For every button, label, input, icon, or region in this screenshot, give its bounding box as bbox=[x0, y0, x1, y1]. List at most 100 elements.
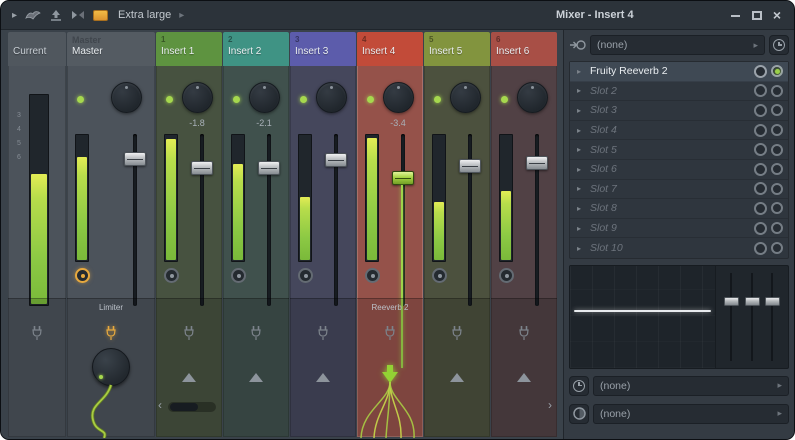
slot-menu-icon[interactable]: ▸ bbox=[577, 224, 586, 233]
fader-handle[interactable] bbox=[124, 152, 146, 166]
slot-plugin-name[interactable]: Fruity Reeverb 2 bbox=[590, 65, 750, 77]
route-to-master-arrow-icon[interactable] bbox=[316, 373, 330, 382]
mixer-menu-icon[interactable]: ▸ bbox=[12, 10, 17, 21]
fx-slot-row-6[interactable]: ▸ Slot 6 bbox=[570, 160, 788, 180]
slot-plugin-name[interactable]: Slot 9 bbox=[590, 222, 750, 234]
pan-knob[interactable] bbox=[111, 82, 142, 113]
detach-icon[interactable] bbox=[49, 9, 63, 21]
fx-slot-row-3[interactable]: ▸ Slot 3 bbox=[570, 101, 788, 121]
input-jack-icon[interactable] bbox=[250, 325, 263, 347]
slot-enable-led[interactable] bbox=[771, 85, 783, 97]
color-swatch-icon[interactable] bbox=[93, 10, 108, 21]
slot-mix-knob[interactable] bbox=[754, 222, 767, 235]
fader-handle[interactable] bbox=[459, 159, 481, 173]
view-mode-label[interactable]: Extra large bbox=[118, 9, 171, 21]
input-jack-icon[interactable] bbox=[518, 325, 531, 347]
record-arm-button[interactable] bbox=[75, 268, 90, 283]
track-header[interactable]: 5 Insert 5 bbox=[424, 32, 490, 66]
slot-menu-icon[interactable]: ▸ bbox=[577, 106, 586, 115]
slot-mix-knob[interactable] bbox=[754, 242, 767, 255]
track-header[interactable]: Current bbox=[8, 32, 66, 66]
slot-plugin-name[interactable]: Slot 3 bbox=[590, 104, 750, 116]
slot-mix-knob[interactable] bbox=[754, 65, 767, 78]
fx-slot-row-4[interactable]: ▸ Slot 4 bbox=[570, 121, 788, 141]
minimize-button[interactable] bbox=[730, 10, 741, 21]
volume-fader[interactable] bbox=[188, 134, 216, 306]
route-to-master-arrow-icon[interactable] bbox=[517, 373, 531, 382]
fader-handle[interactable] bbox=[191, 161, 213, 175]
slot-mix-knob[interactable] bbox=[754, 182, 767, 195]
mixer-track-insert-2[interactable]: 2 Insert 2 -2.1 bbox=[223, 32, 289, 437]
mixer-scrollbar[interactable] bbox=[168, 402, 216, 412]
slot-mix-knob[interactable] bbox=[754, 124, 767, 137]
fader-handle[interactable] bbox=[258, 161, 280, 175]
input-jack-icon[interactable] bbox=[451, 325, 464, 347]
volume-fader[interactable] bbox=[255, 134, 283, 306]
mute-led[interactable] bbox=[77, 96, 84, 103]
fx-slot-row-1[interactable]: ▸ Fruity Reeverb 2 bbox=[570, 62, 788, 82]
volume-fader[interactable] bbox=[389, 134, 417, 306]
slot-enable-led[interactable] bbox=[771, 124, 783, 136]
scroll-left-arrow[interactable]: ‹ bbox=[158, 399, 162, 411]
maximize-button[interactable] bbox=[752, 11, 762, 20]
fx-slot-row-2[interactable]: ▸ Slot 2 bbox=[570, 82, 788, 102]
fader-handle[interactable] bbox=[745, 297, 760, 306]
slot-plugin-name[interactable]: Slot 5 bbox=[590, 144, 750, 156]
input-delay-button[interactable] bbox=[769, 35, 789, 55]
input-source-selector[interactable]: (none) ▸ bbox=[590, 35, 765, 55]
pan-knob[interactable] bbox=[316, 82, 347, 113]
route-to-master-arrow-icon[interactable] bbox=[249, 373, 263, 382]
mixer-track-insert-4[interactable]: 4 Insert 4 -3.4 Reeverb 2 bbox=[357, 32, 423, 437]
slot-enable-led[interactable] bbox=[771, 104, 783, 116]
fx-slot-row-8[interactable]: ▸ Slot 8 bbox=[570, 199, 788, 219]
fader-handle[interactable] bbox=[392, 171, 414, 185]
record-arm-button[interactable] bbox=[499, 268, 514, 283]
close-button[interactable]: × bbox=[773, 10, 781, 21]
fader-handle[interactable] bbox=[765, 297, 780, 306]
eq-mid-fader[interactable] bbox=[745, 271, 760, 363]
mute-led[interactable] bbox=[501, 96, 508, 103]
slot-menu-icon[interactable]: ▸ bbox=[577, 165, 586, 174]
scroll-right-arrow[interactable]: › bbox=[548, 399, 552, 411]
track-header[interactable]: 6 Insert 6 bbox=[491, 32, 557, 66]
slot-plugin-name[interactable]: Slot 10 bbox=[590, 242, 750, 254]
record-arm-button[interactable] bbox=[432, 268, 447, 283]
mute-led[interactable] bbox=[434, 96, 441, 103]
track-header[interactable]: 2 Insert 2 bbox=[223, 32, 289, 66]
volume-fader[interactable] bbox=[322, 134, 350, 306]
slot-menu-icon[interactable]: ▸ bbox=[577, 126, 586, 135]
route-to-master-arrow-icon[interactable] bbox=[450, 373, 464, 382]
volume-fader[interactable] bbox=[121, 134, 149, 306]
track-header[interactable]: 3 Insert 3 bbox=[290, 32, 356, 66]
mixer-track-insert-5[interactable]: 5 Insert 5 bbox=[424, 32, 490, 437]
fx-slot-row-7[interactable]: ▸ Slot 7 bbox=[570, 180, 788, 200]
record-arm-button[interactable] bbox=[164, 268, 179, 283]
mute-led[interactable] bbox=[166, 96, 173, 103]
mixer-track-insert-1[interactable]: 1 Insert 1 -1.8 bbox=[156, 32, 222, 437]
pan-knob[interactable] bbox=[182, 82, 213, 113]
slot-plugin-name[interactable]: Slot 2 bbox=[590, 85, 750, 97]
pan-knob[interactable] bbox=[383, 82, 414, 113]
pan-knob[interactable] bbox=[450, 82, 481, 113]
bowtie-icon[interactable] bbox=[71, 10, 85, 20]
eq-high-fader[interactable] bbox=[765, 271, 780, 363]
fader-handle[interactable] bbox=[724, 297, 739, 306]
fader-handle[interactable] bbox=[325, 153, 347, 167]
input-jack-icon[interactable] bbox=[31, 325, 44, 347]
slot-mix-knob[interactable] bbox=[754, 84, 767, 97]
fx-slot-row-5[interactable]: ▸ Slot 5 bbox=[570, 140, 788, 160]
slot-plugin-name[interactable]: Slot 6 bbox=[590, 163, 750, 175]
slot-plugin-name[interactable]: Slot 7 bbox=[590, 183, 750, 195]
slot-mix-knob[interactable] bbox=[754, 104, 767, 117]
slot-mix-knob[interactable] bbox=[754, 143, 767, 156]
slot-enable-led[interactable] bbox=[771, 65, 783, 77]
input-jack-icon[interactable] bbox=[317, 325, 330, 347]
mute-led[interactable] bbox=[367, 96, 374, 103]
route-to-master-arrow-icon[interactable] bbox=[182, 373, 196, 382]
slot-enable-led[interactable] bbox=[771, 222, 783, 234]
mixer-track-insert-6[interactable]: 6 Insert 6 bbox=[491, 32, 557, 437]
slot-plugin-name[interactable]: Slot 8 bbox=[590, 202, 750, 214]
slot-enable-led[interactable] bbox=[771, 163, 783, 175]
eq-low-fader[interactable] bbox=[724, 271, 739, 363]
volume-fader[interactable] bbox=[456, 134, 484, 306]
